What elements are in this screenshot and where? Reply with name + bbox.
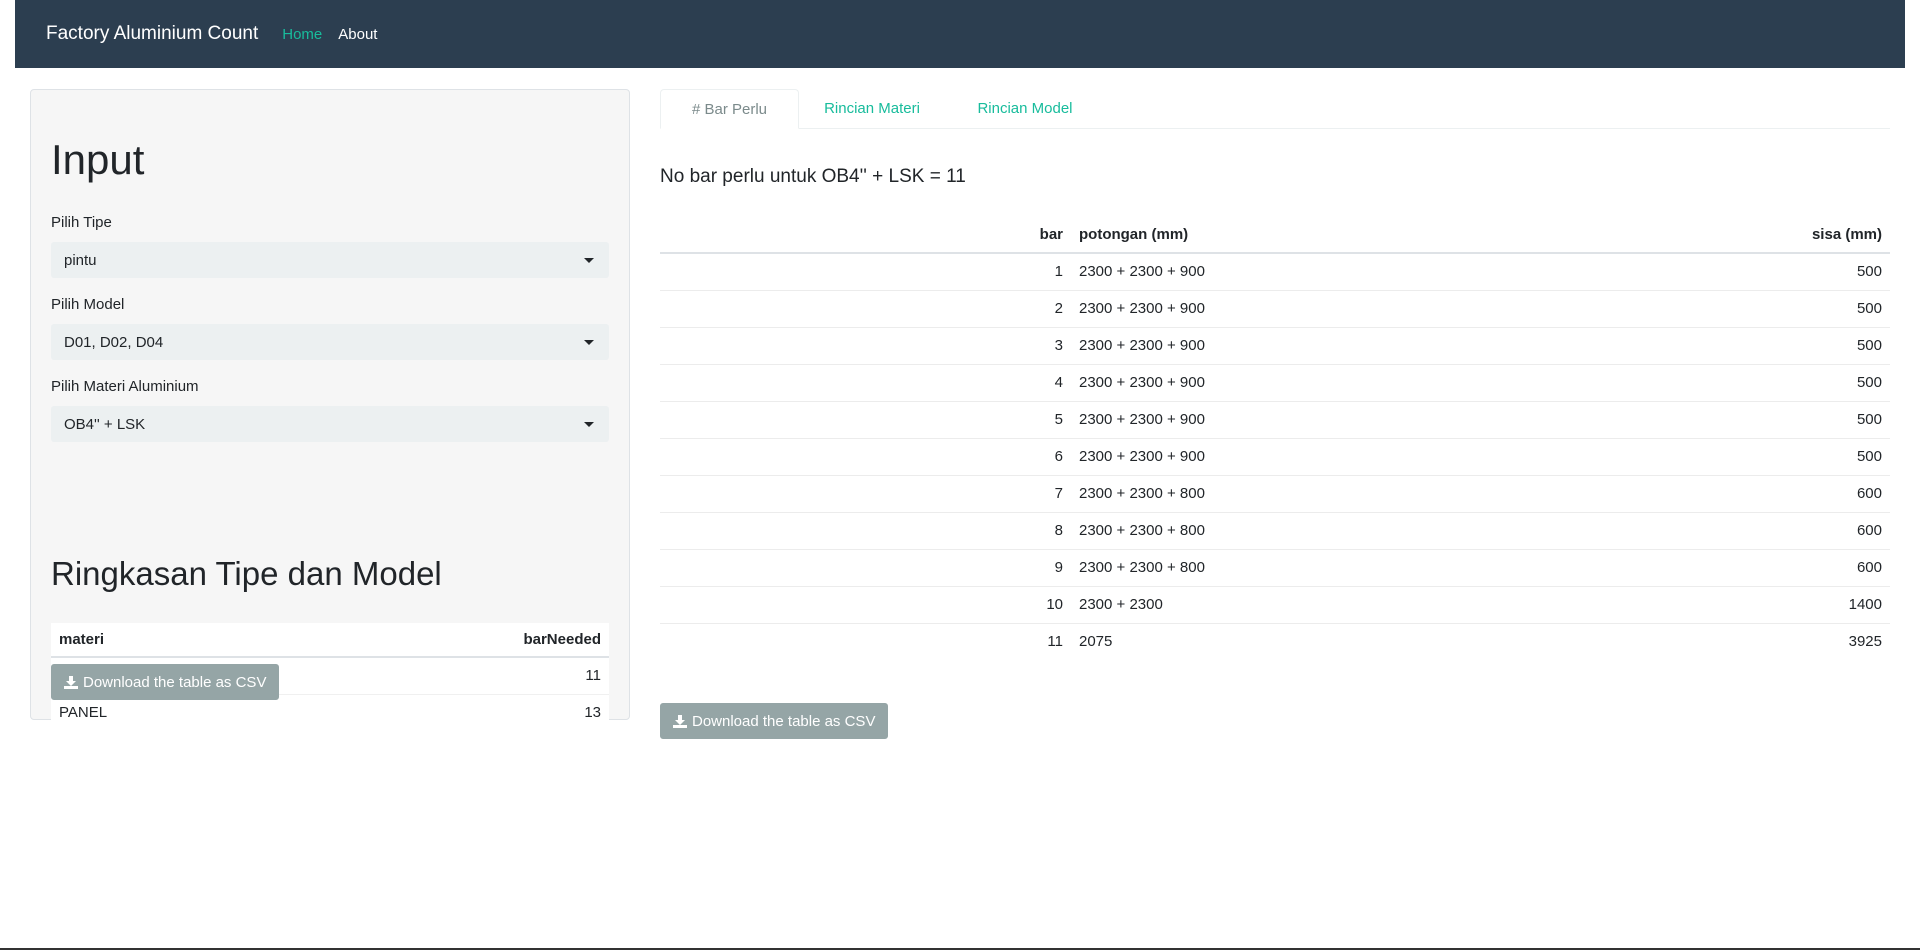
tab-bar-perlu[interactable]: # Bar Perlu [660,89,799,129]
table-row: 4 2300 + 2300 + 900 500 [660,363,1890,401]
table-cell: 3 [660,326,1071,364]
table-row: 7 2300 + 2300 + 800 600 [660,474,1890,512]
download-button-label: Download the table as CSV [692,712,876,730]
tab-rincian-model[interactable]: Rincian Model [950,89,1100,129]
caret-down-icon [584,257,594,263]
table-cell: 2300 + 2300 + 900 [1071,400,1581,438]
table-cell: 500 [1580,326,1890,364]
table-row: 1 2300 + 2300 + 900 500 [660,252,1890,290]
table-cell: 600 [1580,548,1890,586]
model-select-value: D01, D02, D04 [64,333,164,351]
column-header-barneeded[interactable]: barNeeded [335,623,609,658]
table-header-row: bar potongan (mm) sisa (mm) [660,217,1890,254]
table-cell: 6 [660,437,1071,475]
table-cell: 4 [660,363,1071,401]
tab-rincian-materi[interactable]: Rincian Materi [799,89,945,129]
table-cell: 600 [1580,474,1890,512]
table-cell: 2300 + 2300 + 900 [1071,289,1581,327]
table-cell: 10 [660,585,1071,623]
table-cell: 500 [1580,289,1890,327]
input-heading: Input [51,136,145,183]
materi-select-value: OB4'' + LSK [64,415,146,433]
table-cell: 2300 + 2300 + 800 [1071,474,1581,512]
table-row: 10 2300 + 2300 1400 [660,585,1890,623]
download-icon [673,714,687,728]
table-cell: 500 [1580,252,1890,290]
table-row: 5 2300 + 2300 + 900 500 [660,400,1890,438]
table-header-row: materi barNeeded [51,623,609,658]
table-cell: 2300 + 2300 + 900 [1071,437,1581,475]
table-cell: 500 [1580,400,1890,438]
table-cell: 3925 [1580,622,1890,660]
app-brand[interactable]: Factory Aluminium Count [46,23,258,45]
nav-link-home[interactable]: Home [282,26,322,43]
caret-down-icon [584,339,594,345]
caret-down-icon [584,421,594,427]
table-cell: 1 [660,252,1071,290]
model-label: Pilih Model [51,296,125,313]
top-navbar: Factory Aluminium Count Home About [15,0,1905,68]
table-cell: 500 [1580,363,1890,401]
materi-label: Pilih Materi Aluminium [51,378,199,395]
tipe-label: Pilih Tipe [51,214,112,231]
main-download-button[interactable]: Download the table as CSV [660,703,889,739]
table-cell: 11 [660,622,1071,660]
summary-heading: Ringkasan Tipe dan Model [51,555,442,592]
table-cell: 9 [660,548,1071,586]
table-cell: 2075 [1071,622,1581,660]
tipe-select-value: pintu [64,251,97,269]
column-header-materi[interactable]: materi [51,623,336,658]
table-cell: 2300 + 2300 + 900 [1071,252,1581,290]
tipe-select[interactable]: pintu [51,242,609,278]
table-row: 9 2300 + 2300 + 800 600 [660,548,1890,586]
table-row: 2 2300 + 2300 + 900 500 [660,289,1890,327]
bar-table: bar potongan (mm) sisa (mm) 1 2300 + 230… [660,217,1890,660]
table-cell: 7 [660,474,1071,512]
download-button-label: Download the table as CSV [83,673,267,691]
table-row: 8 2300 + 2300 + 800 600 [660,511,1890,549]
table-cell: 2300 + 2300 + 900 [1071,326,1581,364]
table-cell: 2300 + 2300 [1071,585,1581,623]
table-row: 3 2300 + 2300 + 900 500 [660,326,1890,364]
table-cell: 500 [1580,437,1890,475]
table-cell: 1400 [1580,585,1890,623]
result-summary-text: No bar perlu untuk OB4'' + LSK = 11 [660,166,966,187]
table-cell: 2 [660,289,1071,327]
table-cell: 5 [660,400,1071,438]
materi-select[interactable]: OB4'' + LSK [51,406,609,442]
table-cell: 2300 + 2300 + 800 [1071,511,1581,549]
tab-bar: # Bar Perlu Rincian Materi Rincian Model [660,89,1890,129]
table-cell: 2300 + 2300 + 800 [1071,548,1581,586]
table-cell: 13 [335,693,609,731]
table-row: 6 2300 + 2300 + 900 500 [660,437,1890,475]
summary-download-button[interactable]: Download the table as CSV [51,664,280,700]
column-header-bar[interactable]: bar [660,217,1071,254]
table-row: 11 2075 3925 [660,622,1890,660]
column-header-potongan[interactable]: potongan (mm) [1071,217,1581,254]
table-cell: 2300 + 2300 + 900 [1071,363,1581,401]
input-panel: Input Pilih Tipe pintu Pilih Model D01, … [30,89,630,731]
download-icon [64,675,78,689]
table-cell: 600 [1580,511,1890,549]
table-cell: 11 [335,656,609,694]
model-select[interactable]: D01, D02, D04 [51,324,609,360]
table-cell: 8 [660,511,1071,549]
column-header-sisa[interactable]: sisa (mm) [1580,217,1890,254]
nav-link-about[interactable]: About [338,26,377,43]
